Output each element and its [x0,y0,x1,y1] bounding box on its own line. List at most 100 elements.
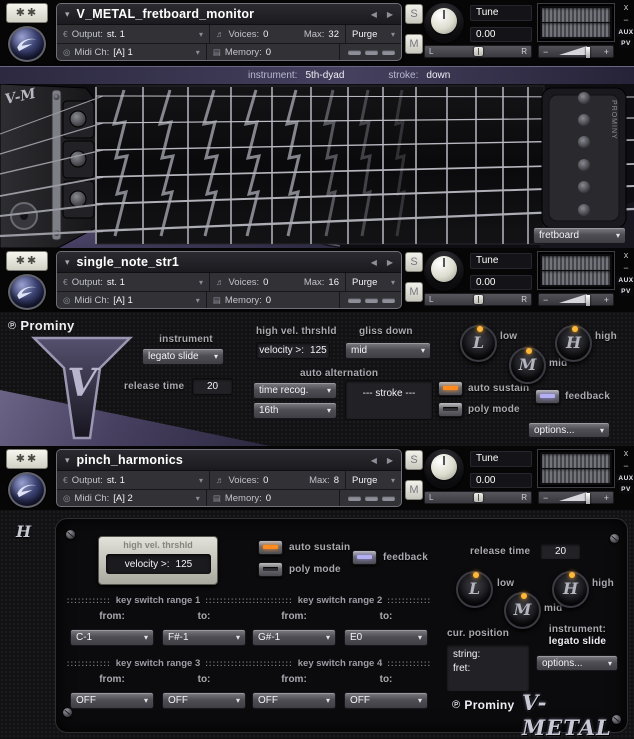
volume-slider[interactable]: − + [538,491,614,504]
pan-handle[interactable] [474,493,483,502]
feedback-button[interactable] [352,550,377,565]
low-eq-knob[interactable]: L [460,325,497,362]
mute-button[interactable]: M [405,480,423,500]
next-instrument-icon[interactable]: ▶ [387,10,393,19]
aux-button[interactable]: aux [616,474,634,483]
auto-sustain-button[interactable] [258,540,283,555]
ks4-from-dropdown[interactable]: OFF ▾ [252,692,336,709]
pan-slider[interactable]: L R [424,293,532,306]
aux-button[interactable]: aux [616,28,634,37]
instrument-title[interactable]: V_METAL_fretboard_monitor [77,7,364,21]
freeze-button[interactable]: ✱✱ [6,251,48,271]
feedback-button[interactable] [535,389,560,404]
high-eq-knob[interactable]: H [552,571,589,608]
aux-button[interactable]: aux [616,276,634,285]
minimize-button[interactable]: − [623,15,628,26]
close-button[interactable]: x [624,448,629,459]
instrument-title[interactable]: single_note_str1 [77,255,364,269]
freeze-button[interactable]: ✱✱ [6,449,48,469]
volume-handle[interactable] [586,295,590,306]
options-dropdown[interactable]: options... ▾ [528,422,610,438]
solo-button[interactable]: S [405,252,423,272]
pan-slider[interactable]: L R [424,45,532,58]
minimize-button[interactable]: − [623,461,628,472]
next-instrument-icon[interactable]: ▶ [387,258,393,267]
low-eq-knob[interactable]: L [456,571,493,608]
midi-channel-select[interactable]: ◎ Midi Ch: [A] 1 ▾ [57,44,207,61]
pv-button[interactable]: pv [619,287,633,296]
next-instrument-icon[interactable]: ▶ [387,456,393,465]
pan-handle[interactable] [474,295,483,304]
view-selector-dropdown[interactable]: fretboard ▾ [533,227,626,244]
mute-button[interactable]: M [405,34,423,54]
collapse-icon[interactable]: ▾ [65,257,70,268]
output-select[interactable]: € Output: st. 1 ▾ [57,25,210,43]
release-time-label: release time [470,546,530,557]
pv-button[interactable]: pv [619,485,633,494]
high-eq-label: high [592,578,614,589]
tune-knob[interactable] [424,449,464,489]
volume-handle[interactable] [586,493,590,504]
close-button[interactable]: x [624,250,629,261]
purge-menu[interactable]: Purge ▾ [346,273,401,291]
pv-button[interactable]: pv [619,39,633,48]
dropdown-icon: ▾ [418,633,422,642]
ks3-from-dropdown[interactable]: OFF ▾ [70,692,154,709]
purge-menu[interactable]: Purge ▾ [346,25,401,43]
solo-button[interactable]: S [405,450,423,470]
prev-instrument-icon[interactable]: ◀ [371,10,377,19]
mute-button[interactable]: M [405,282,423,302]
tune-knob[interactable] [424,3,464,43]
collapse-icon[interactable]: ▾ [65,455,70,466]
ks4-to-dropdown[interactable]: OFF ▾ [344,692,428,709]
output-select[interactable]: € Output: st. 1 ▾ [57,471,210,489]
close-button[interactable]: x [624,2,629,13]
midi-icon: ◎ [63,295,70,306]
collapse-icon[interactable]: ▾ [65,9,70,20]
from-label: from: [248,611,340,622]
ks2-to-dropdown[interactable]: E0 ▾ [344,629,428,646]
midi-channel-select[interactable]: ◎ Midi Ch: [A] 2 ▾ [57,490,207,507]
prev-instrument-icon[interactable]: ◀ [371,258,377,267]
note-division-dropdown[interactable]: 16th ▾ [253,402,337,419]
minimize-button[interactable]: − [623,263,628,274]
time-recognition-dropdown[interactable]: time recog. ▾ [253,382,337,399]
auto-sustain-button[interactable] [438,381,463,396]
release-time-value[interactable]: 20 [540,543,581,560]
prev-instrument-icon[interactable]: ◀ [371,456,377,465]
svg-text:V: V [67,360,100,405]
midi-channel-select[interactable]: ◎ Midi Ch: [A] 1 ▾ [57,292,207,309]
ks3-to-dropdown[interactable]: OFF ▾ [162,692,246,709]
gliss-down-dropdown[interactable]: mid ▾ [345,342,431,359]
purge-menu[interactable]: Purge ▾ [346,471,401,489]
ks1-to-dropdown[interactable]: F#-1 ▾ [162,629,246,646]
to-label: to: [158,611,250,622]
pan-handle[interactable] [474,47,483,56]
high-eq-knob[interactable]: H [555,325,592,362]
velocity-threshold-display[interactable]: velocity >: 125 [256,342,330,359]
low-eq-label: low [500,331,517,342]
instrument-dropdown[interactable]: legato slide ▾ [142,348,224,365]
dropdown-icon: ▾ [326,633,330,642]
options-dropdown[interactable]: options... ▾ [536,655,618,671]
velocity-threshold-display[interactable]: velocity >: 125 [106,554,211,574]
volume-slider[interactable]: − + [538,293,614,306]
poly-mode-button[interactable] [438,402,463,417]
ks1-from-dropdown[interactable]: C-1 ▾ [70,629,154,646]
release-time-value[interactable]: 20 [192,378,233,395]
pan-slider[interactable]: L R [424,491,532,504]
volume-slider[interactable]: − + [538,45,614,58]
freeze-button[interactable]: ✱✱ [6,3,48,23]
instrument-header-1: ✱✱ ▾ V_METAL_fretboard_monitor ◀ ▶ € Outp… [0,0,634,64]
prominy-logo-icon [8,472,46,508]
output-select[interactable]: € Output: st. 1 ▾ [57,273,210,291]
tune-knob[interactable] [424,251,464,291]
instrument-title[interactable]: pinch_harmonics [77,453,364,467]
poly-mode-button[interactable] [258,562,283,577]
solo-button[interactable]: S [405,4,423,24]
volume-handle[interactable] [586,47,590,58]
ks2-from-dropdown[interactable]: G#-1 ▾ [252,629,336,646]
dropdown-icon: ▾ [327,406,331,415]
key-switch-range-3-header: :::::::::::: key switch range 3 ::::::::… [66,658,250,669]
mid-eq-knob[interactable]: M [509,347,546,384]
